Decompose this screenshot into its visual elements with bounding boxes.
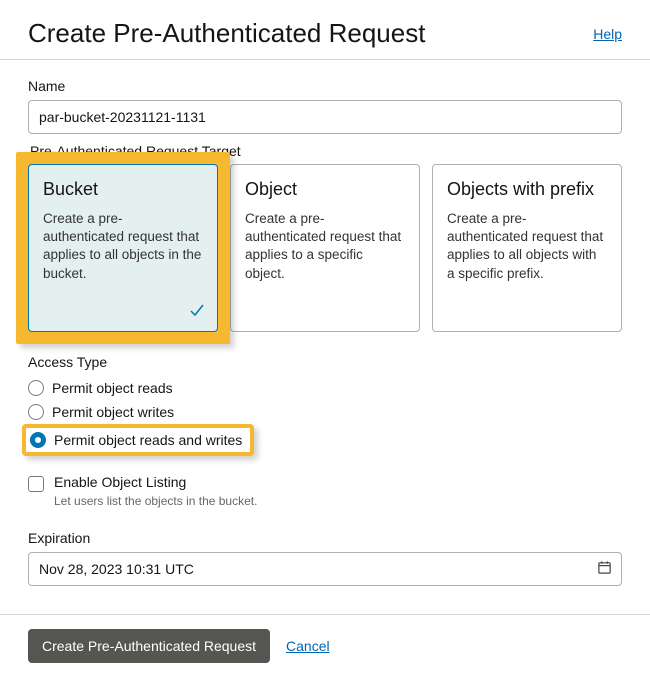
card-desc: Create a pre-authenticated request that … — [43, 210, 203, 283]
card-title: Objects with prefix — [447, 179, 607, 200]
highlight-target-bucket: Bucket Create a pre-authenticated reques… — [16, 152, 230, 344]
checkbox-label: Enable Object Listing — [54, 474, 257, 490]
radio-label: Permit object reads and writes — [54, 432, 242, 448]
checkbox-help-text: Let users list the objects in the bucket… — [54, 494, 257, 508]
target-card-objects-prefix[interactable]: Objects with prefix Create a pre-authent… — [432, 164, 622, 332]
card-title: Object — [245, 179, 405, 200]
cancel-button[interactable]: Cancel — [286, 638, 330, 654]
radio-label: Permit object reads — [52, 380, 173, 396]
card-desc: Create a pre-authenticated request that … — [447, 210, 607, 283]
create-button[interactable]: Create Pre-Authenticated Request — [28, 629, 270, 663]
expiration-label: Expiration — [28, 530, 622, 546]
page-title: Create Pre-Authenticated Request — [28, 18, 425, 49]
card-desc: Create a pre-authenticated request that … — [245, 210, 405, 283]
name-label: Name — [28, 78, 622, 94]
radio-icon — [30, 432, 46, 448]
radio-icon — [28, 404, 44, 420]
divider — [0, 59, 650, 60]
check-icon — [189, 302, 205, 321]
radio-icon — [28, 380, 44, 396]
radio-permit-reads[interactable]: Permit object reads — [28, 376, 622, 400]
radio-label: Permit object writes — [52, 404, 174, 420]
target-card-object[interactable]: Object Create a pre-authenticated reques… — [230, 164, 420, 332]
name-input[interactable] — [28, 100, 622, 134]
radio-permit-reads-writes[interactable]: Permit object reads and writes — [30, 432, 242, 448]
target-card-bucket[interactable]: Bucket Create a pre-authenticated reques… — [28, 164, 218, 332]
highlight-radio-reads-writes: Permit object reads and writes — [22, 424, 254, 456]
expiration-input[interactable] — [28, 552, 622, 586]
enable-object-listing-checkbox[interactable] — [28, 476, 44, 492]
access-type-label: Access Type — [28, 354, 622, 370]
help-link[interactable]: Help — [593, 26, 622, 42]
radio-permit-writes[interactable]: Permit object writes — [28, 400, 622, 424]
card-title: Bucket — [43, 179, 203, 200]
